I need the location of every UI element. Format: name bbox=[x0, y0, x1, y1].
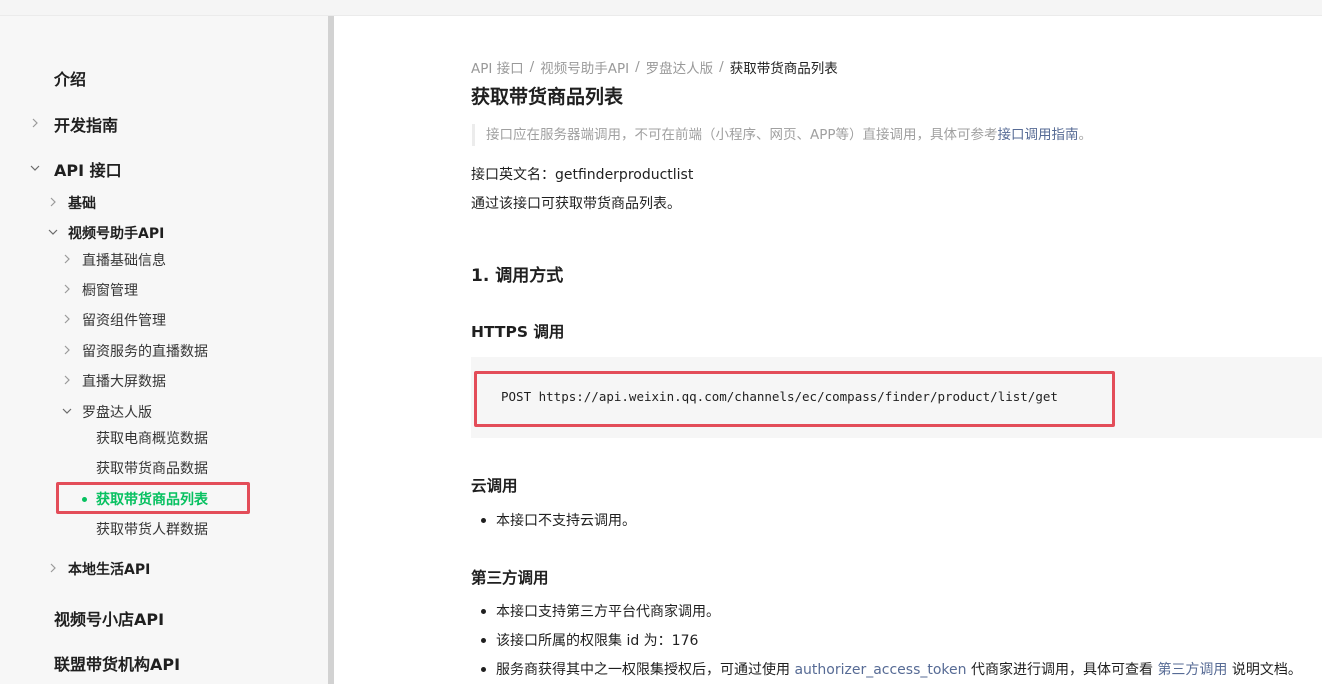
chevron-right-icon[interactable] bbox=[47, 562, 59, 574]
sidebar-item-dev-guide[interactable]: 开发指南 bbox=[54, 112, 118, 136]
chevron-down-icon[interactable] bbox=[47, 226, 59, 238]
list-item-text: 本接口支持第三方平台代商家调用。 bbox=[496, 604, 720, 620]
sidebar-item-label: 视频号助手API bbox=[68, 226, 165, 242]
list-item: 服务商获得其中之一权限集授权后，可通过使用 authorizer_access_… bbox=[481, 659, 1302, 679]
api-guide-link[interactable]: 接口调用指南 bbox=[998, 127, 1079, 143]
sidebar-item-basic[interactable]: 基础 bbox=[68, 193, 96, 213]
sidebar-item-live-info[interactable]: 直播基础信息 bbox=[82, 250, 166, 270]
top-bar bbox=[0, 0, 1322, 16]
sidebar-item-shop-api[interactable]: 视频号小店API bbox=[54, 606, 164, 630]
subheading-https: HTTPS 调用 bbox=[471, 323, 565, 341]
list-item-text: 该接口所属的权限集 id 为：176 bbox=[496, 633, 699, 649]
sidebar-item-label: 基础 bbox=[68, 196, 96, 212]
sidebar-item-label: 获取带货人群数据 bbox=[96, 522, 208, 538]
list-item-text: 服务商获得其中之一权限集授权后，可通过使用 authorizer_access_… bbox=[496, 659, 1302, 679]
main-content: API 接口 / 视频号助手API / 罗盘达人版 / 获取带货商品列表 获取带… bbox=[334, 16, 1322, 684]
sidebar-item-label: 联盟带货机构API bbox=[54, 655, 181, 674]
chevron-right-icon[interactable] bbox=[61, 344, 73, 356]
breadcrumb-separator: / bbox=[635, 59, 640, 75]
bullet-dot bbox=[481, 637, 486, 643]
list-item: 本接口不支持云调用。 bbox=[481, 510, 636, 530]
chevron-right-icon[interactable] bbox=[61, 253, 73, 265]
page-title: 获取带货商品列表 bbox=[471, 86, 624, 108]
sidebar-item-label: 罗盘达人版 bbox=[82, 405, 152, 421]
notice-text: 接口应在服务器端调用，不可在前端（小程序、网页、APP等）直接调用，具体可参考 bbox=[486, 127, 998, 143]
sidebar-item-alliance-api[interactable]: 联盟带货机构API bbox=[54, 651, 180, 675]
sidebar-item-label: 获取带货商品数据 bbox=[96, 461, 208, 477]
bullet-dot bbox=[481, 517, 486, 523]
list-item-text-part: 服务商获得其中之一权限集授权后，可通过使用 bbox=[496, 662, 795, 678]
sidebar-item-label: API 接口 bbox=[54, 161, 122, 180]
sidebar-item-audience-data[interactable]: 获取带货人群数据 bbox=[96, 519, 208, 539]
sidebar-item-ecom-overview[interactable]: 获取电商概览数据 bbox=[96, 428, 208, 448]
sidebar-item-label: 留资组件管理 bbox=[82, 313, 166, 329]
breadcrumb-current: 获取带货商品列表 bbox=[729, 61, 838, 77]
sidebar-item-label: 本地生活API bbox=[68, 562, 151, 578]
sidebar: 介绍 开发指南 API 接口 基础 视频号助手API 直播基础信息 橱窗管理 留… bbox=[0, 16, 328, 684]
notice-quote: 接口应在服务器端调用，不可在前端（小程序、网页、APP等）直接调用，具体可参考接… bbox=[472, 124, 1092, 146]
list-item: 本接口支持第三方平台代商家调用。 bbox=[481, 601, 720, 621]
authorizer-token-link[interactable]: authorizer_access_token bbox=[794, 662, 966, 678]
chevron-right-icon[interactable] bbox=[61, 374, 73, 386]
sidebar-item-compass[interactable]: 罗盘达人版 bbox=[82, 402, 152, 422]
english-name: 接口英文名：getfinderproductlist bbox=[471, 167, 694, 183]
chevron-right-icon[interactable] bbox=[29, 117, 41, 129]
section-heading-call: 1. 调用方式 bbox=[471, 266, 564, 286]
sidebar-item-leads-live-data[interactable]: 留资服务的直播数据 bbox=[82, 341, 208, 361]
sidebar-item-label: 开发指南 bbox=[54, 116, 119, 135]
bullet-dot bbox=[481, 608, 486, 614]
description: 通过该接口可获取带货商品列表。 bbox=[471, 196, 681, 212]
sidebar-item-live-screen[interactable]: 直播大屏数据 bbox=[82, 371, 166, 391]
list-item-text: 本接口不支持云调用。 bbox=[496, 513, 636, 529]
sidebar-item-label: 留资服务的直播数据 bbox=[82, 344, 208, 360]
highlight-box bbox=[56, 482, 250, 514]
sidebar-item-channels-assistant[interactable]: 视频号助手API bbox=[68, 223, 164, 243]
chevron-right-icon[interactable] bbox=[61, 283, 73, 295]
subheading-third-party: 第三方调用 bbox=[471, 569, 549, 587]
chevron-down-icon[interactable] bbox=[61, 405, 73, 417]
sidebar-item-label: 介绍 bbox=[54, 70, 87, 89]
chevron-right-icon[interactable] bbox=[47, 196, 59, 208]
sidebar-item-product-data[interactable]: 获取带货商品数据 bbox=[96, 458, 208, 478]
sidebar-item-intro[interactable]: 介绍 bbox=[54, 66, 86, 90]
sidebar-item-label: 直播大屏数据 bbox=[82, 374, 166, 390]
highlight-box bbox=[474, 371, 1115, 427]
third-party-doc-link[interactable]: 第三方调用 bbox=[1157, 662, 1227, 678]
breadcrumb-item[interactable]: 视频号助手API bbox=[540, 57, 629, 77]
sidebar-item-label: 直播基础信息 bbox=[82, 253, 166, 269]
sidebar-item-label: 视频号小店API bbox=[54, 610, 165, 629]
list-item-text-part: 代商家进行调用，具体可查看 bbox=[966, 662, 1158, 678]
sidebar-item-label: 橱窗管理 bbox=[82, 283, 138, 299]
sidebar-item-label: 获取电商概览数据 bbox=[96, 431, 208, 447]
list-item: 该接口所属的权限集 id 为：176 bbox=[481, 630, 698, 650]
notice-end: 。 bbox=[1078, 127, 1093, 143]
sidebar-item-showcase[interactable]: 橱窗管理 bbox=[82, 280, 138, 300]
breadcrumb-separator: / bbox=[529, 59, 535, 75]
bullet-dot bbox=[481, 666, 486, 672]
breadcrumb-item[interactable]: 罗盘达人版 bbox=[646, 57, 714, 77]
breadcrumb-item[interactable]: API 接口 bbox=[471, 57, 524, 77]
breadcrumb-separator: / bbox=[719, 59, 724, 75]
sidebar-item-api[interactable]: API 接口 bbox=[54, 157, 122, 181]
sidebar-item-local-life[interactable]: 本地生活API bbox=[68, 559, 150, 579]
breadcrumb: API 接口 / 视频号助手API / 罗盘达人版 / 获取带货商品列表 bbox=[471, 57, 838, 77]
chevron-down-icon[interactable] bbox=[29, 162, 41, 174]
subheading-cloud: 云调用 bbox=[471, 477, 518, 495]
sidebar-item-leads-component[interactable]: 留资组件管理 bbox=[82, 310, 166, 330]
chevron-right-icon[interactable] bbox=[61, 313, 73, 325]
list-item-text-part: 说明文档。 bbox=[1227, 662, 1302, 678]
